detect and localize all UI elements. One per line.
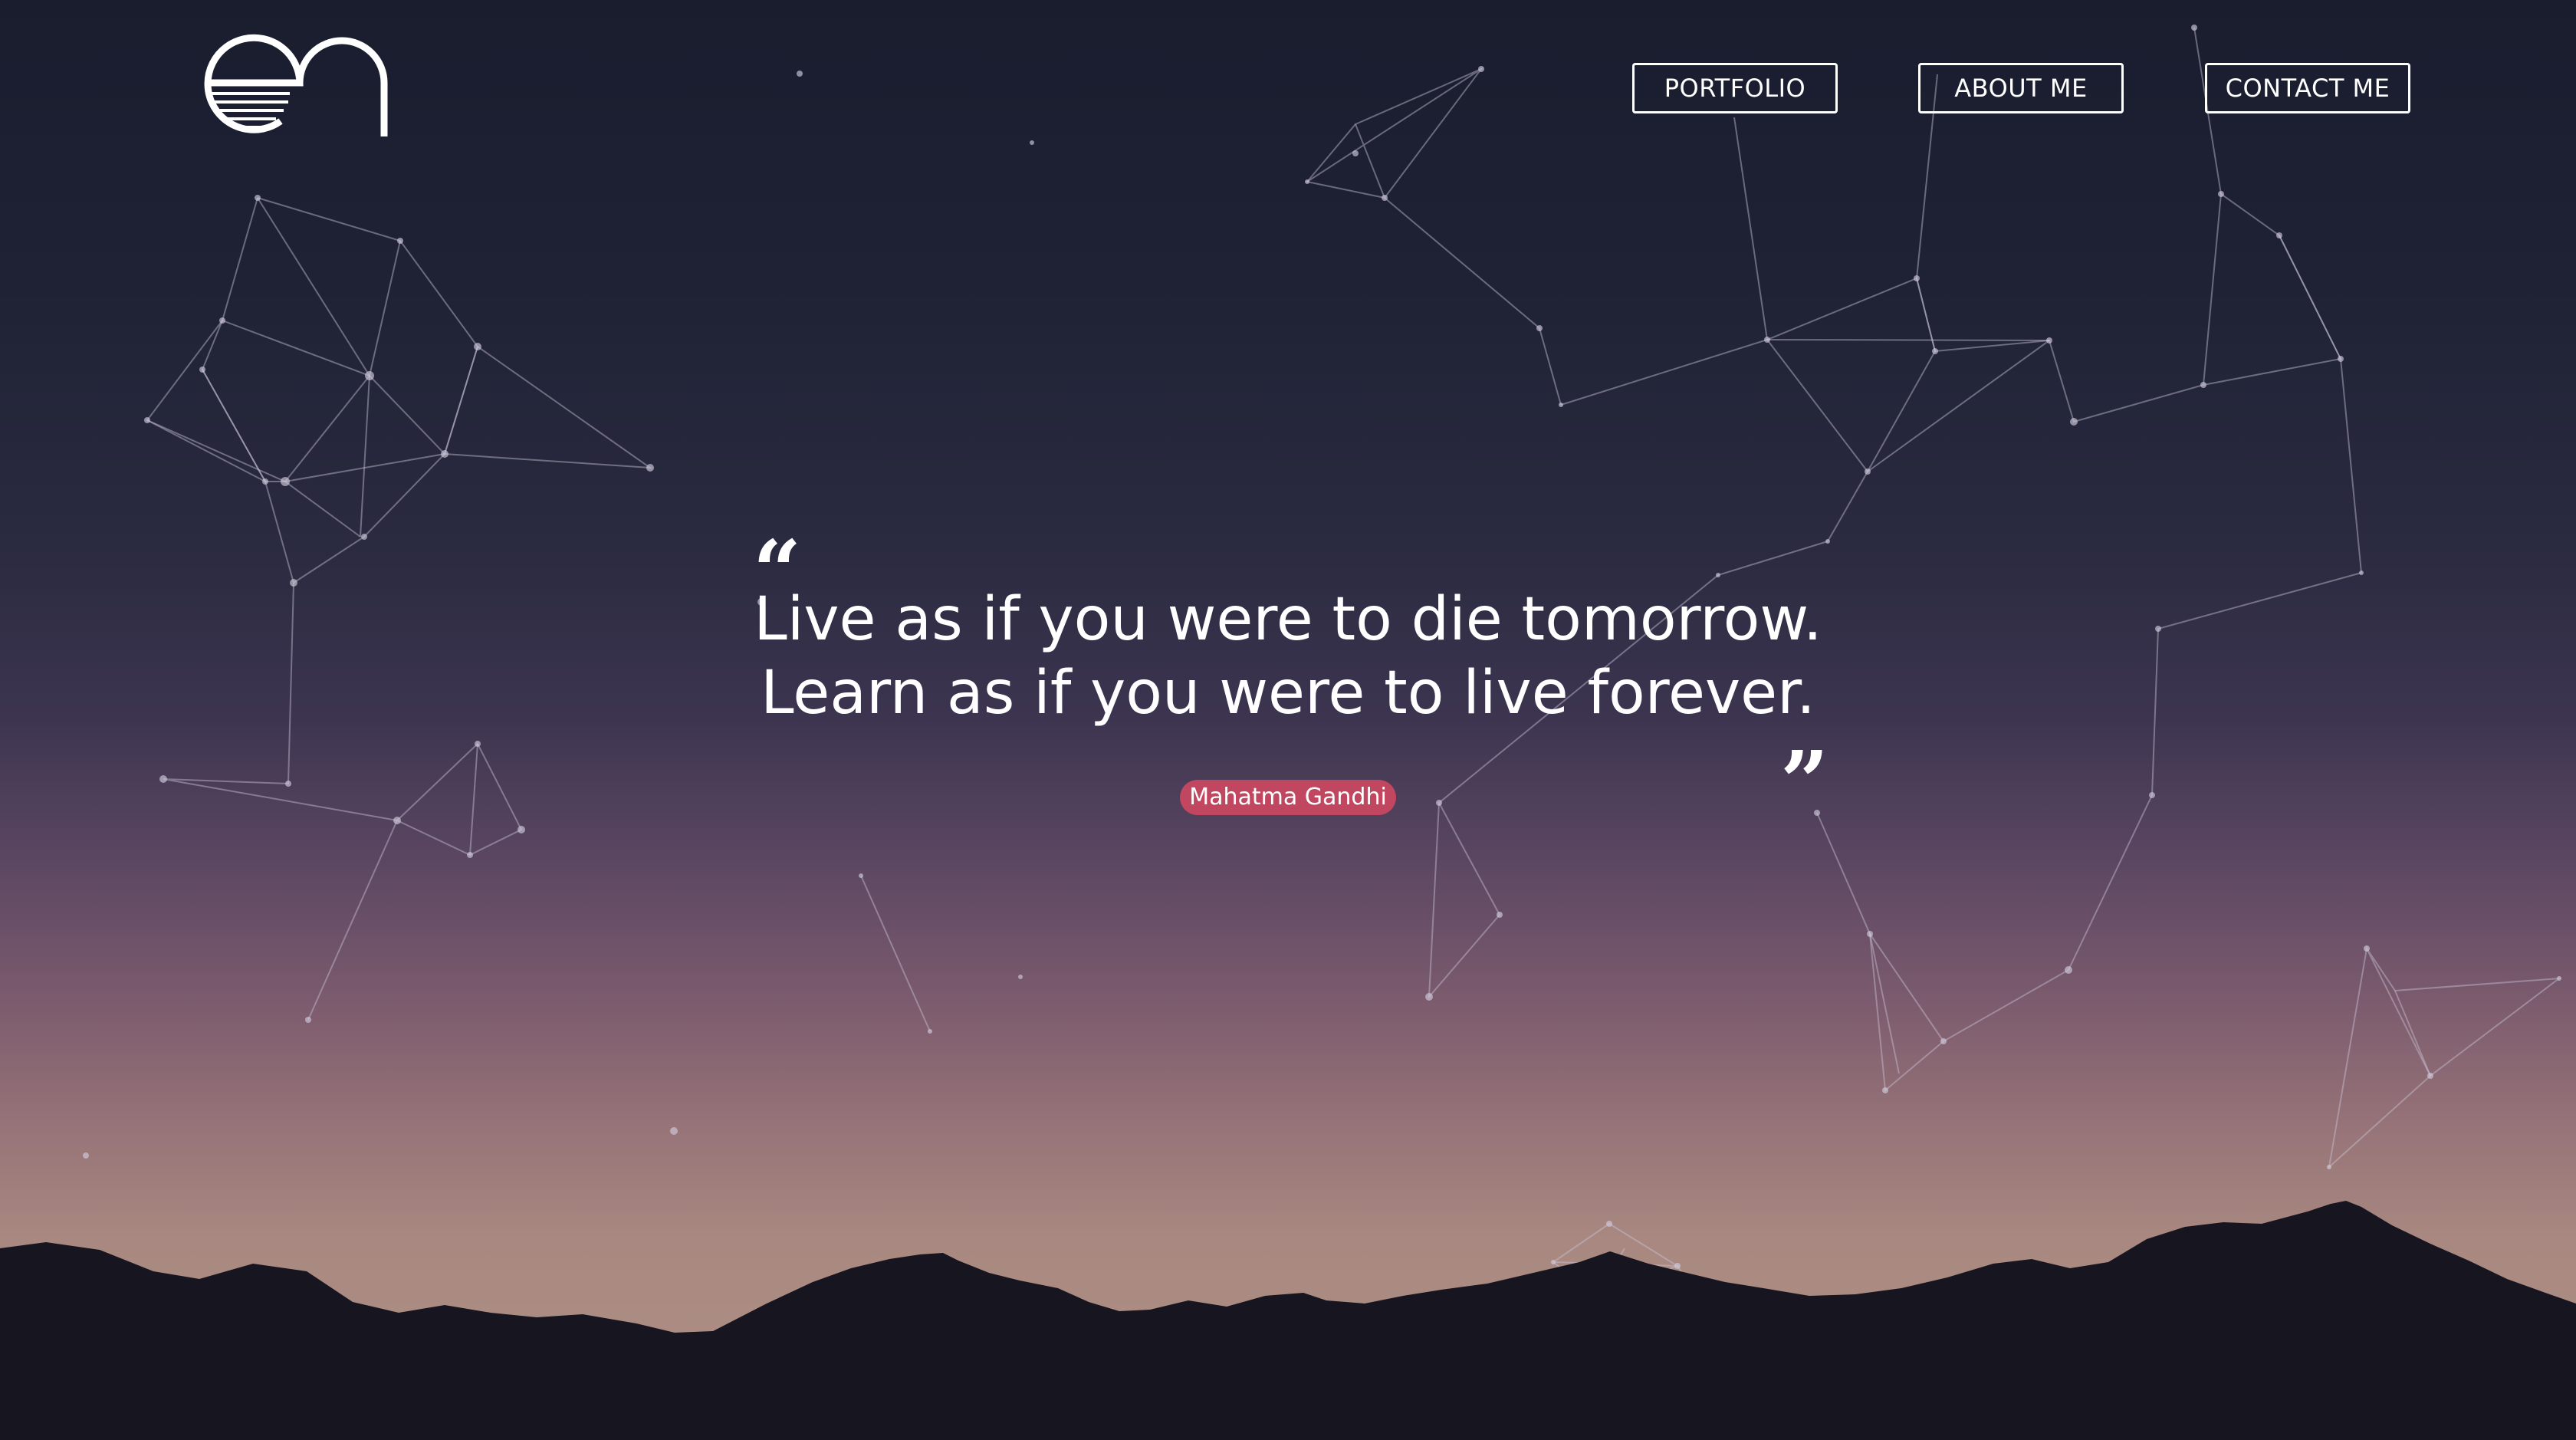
top-nav: PORTFOLIO ABOUT ME CONTACT ME bbox=[0, 63, 2576, 113]
hero-quote: Live as if you were to die tomorrow. Lea… bbox=[0, 583, 2576, 730]
quote-line-2: Learn as if you were to live forever. bbox=[761, 659, 1815, 728]
nav-contact-me-button[interactable]: CONTACT ME bbox=[2205, 63, 2410, 113]
quote-line-1: Live as if you were to die tomorrow. bbox=[754, 585, 1822, 654]
nav-portfolio-button[interactable]: PORTFOLIO bbox=[1632, 63, 1838, 113]
nav-about-me-button[interactable]: ABOUT ME bbox=[1918, 63, 2124, 113]
close-quote-mark: ” bbox=[1780, 732, 1829, 831]
author-badge: Mahatma Gandhi bbox=[1180, 780, 1396, 815]
